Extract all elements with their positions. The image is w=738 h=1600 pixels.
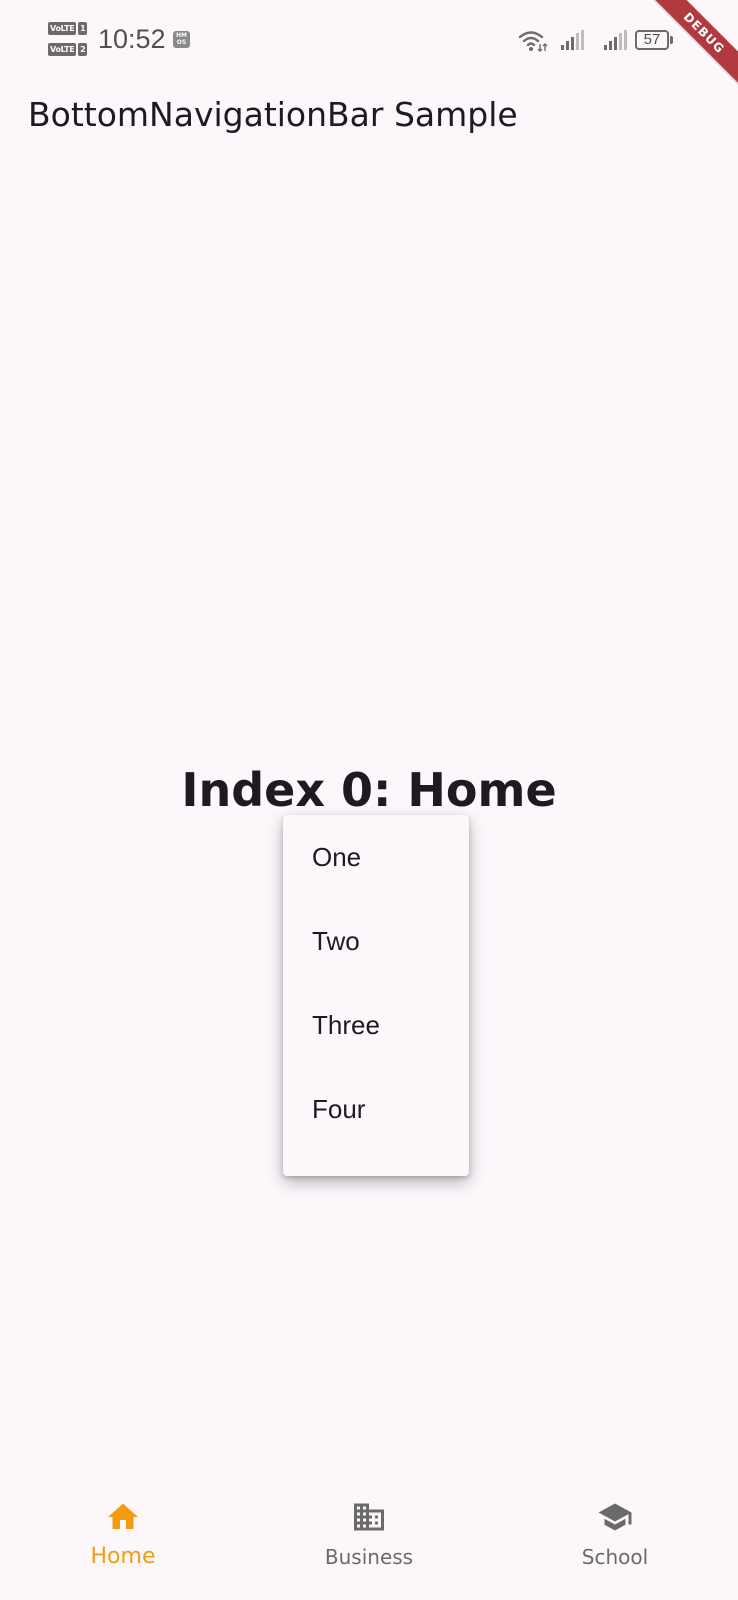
volte-tag: VoLTE: [48, 22, 77, 35]
menu-item-one[interactable]: One: [283, 815, 469, 899]
menu-item-two[interactable]: Two: [283, 899, 469, 983]
signal-strength-icon: [604, 30, 627, 50]
battery-indicator: 57: [635, 30, 669, 50]
menu-item-four[interactable]: Four: [283, 1067, 469, 1151]
nav-item-school[interactable]: School: [492, 1490, 738, 1600]
volte-indicator-1: VoLTE 1: [48, 22, 88, 35]
volte-indicator-2: VoLTE 2: [48, 43, 88, 56]
bottom-navigation-bar: Home Business School: [0, 1490, 738, 1600]
wifi-icon: [518, 31, 548, 52]
app-bar-title: BottomNavigationBar Sample: [28, 95, 518, 134]
volte-indicators: VoLTE 1 VoLTE 2: [48, 22, 90, 60]
menu-item-three[interactable]: Three: [283, 983, 469, 1067]
hmos-badge: HM OS: [173, 31, 190, 48]
nav-item-business[interactable]: Business: [246, 1490, 492, 1600]
selected-index-text: Index 0: Home: [181, 763, 557, 817]
screen: VoLTE 1 VoLTE 2 10:52 HM OS 57 DEBUG Bot…: [0, 0, 738, 1600]
status-bar: VoLTE 1 VoLTE 2 10:52 HM OS 57: [0, 0, 738, 84]
business-icon: [354, 1503, 384, 1531]
nav-label: School: [581, 1545, 649, 1569]
signal-strength-icon: [561, 30, 584, 50]
status-clock: 10:52: [98, 24, 166, 54]
volte-tag: VoLTE: [48, 43, 77, 56]
sim-number: 2: [78, 43, 88, 56]
nav-label: Home: [90, 1544, 156, 1569]
battery-icon: [670, 36, 673, 44]
sim-number: 1: [78, 22, 88, 35]
popup-menu: One Two Three Four: [283, 815, 469, 1176]
school-icon: [598, 1503, 632, 1531]
nav-item-home[interactable]: Home: [0, 1490, 246, 1600]
nav-label: Business: [324, 1545, 414, 1569]
home-icon: [108, 1503, 138, 1529]
